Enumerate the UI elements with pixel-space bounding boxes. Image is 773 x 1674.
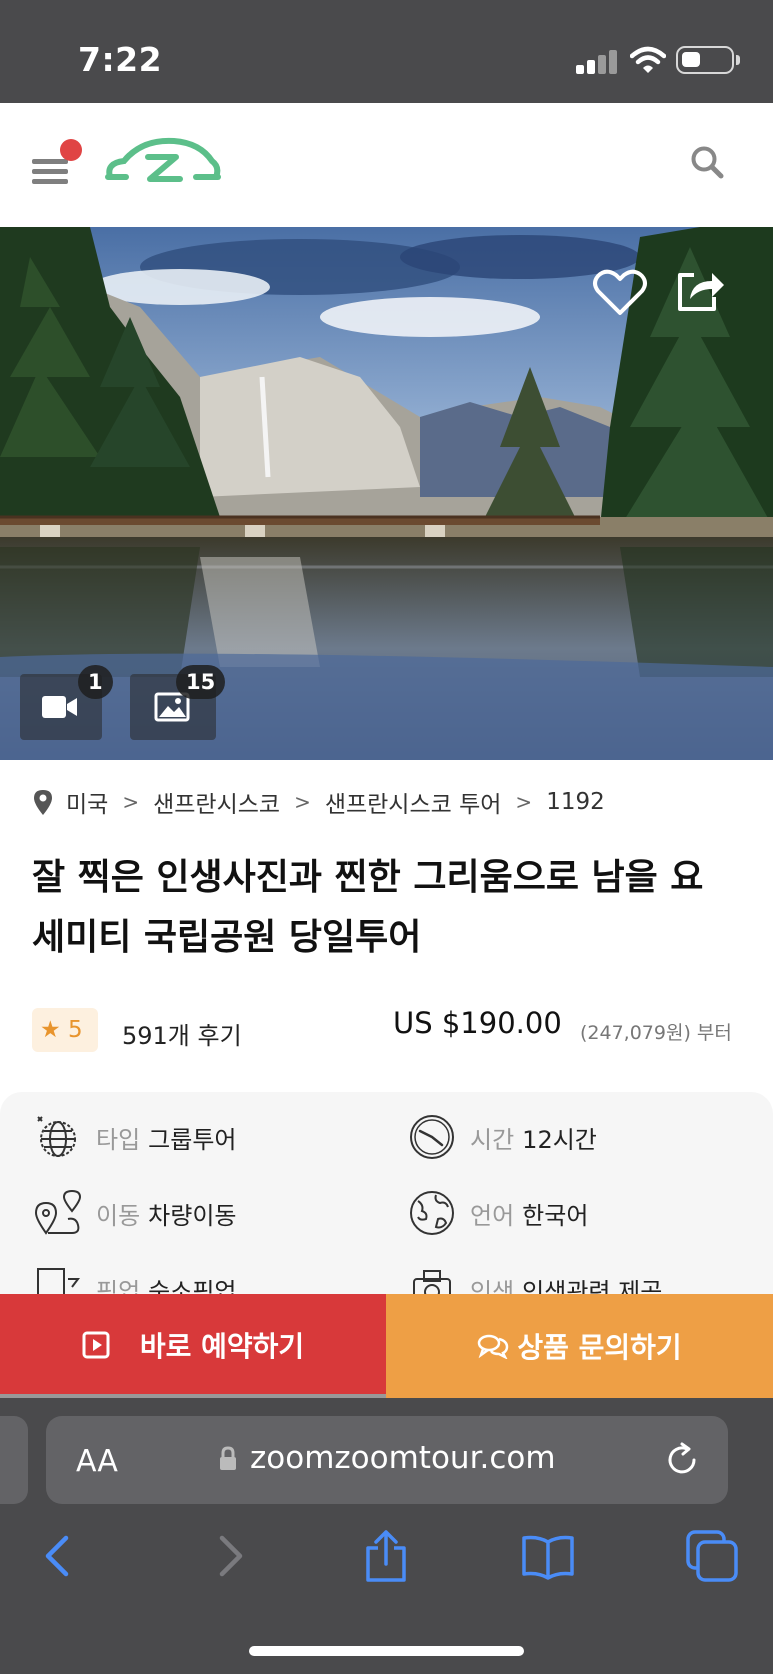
home-indicator xyxy=(249,1646,524,1656)
wifi-icon xyxy=(630,46,666,73)
clock-icon xyxy=(410,1115,454,1159)
photo-count-badge: 15 xyxy=(176,665,226,699)
video-count-badge: 1 xyxy=(78,665,113,699)
share-sheet-icon[interactable] xyxy=(358,1528,414,1584)
share-icon[interactable] xyxy=(674,267,726,315)
heart-icon[interactable] xyxy=(592,267,648,317)
reader-options-button[interactable]: AA xyxy=(76,1444,118,1479)
video-camera-icon xyxy=(42,696,77,718)
forward-icon[interactable] xyxy=(200,1528,256,1584)
route-icon xyxy=(34,1189,82,1235)
location-pin-icon xyxy=(34,790,52,815)
inquiry-button[interactable]: 상품 문의하기 xyxy=(386,1294,773,1398)
back-icon[interactable] xyxy=(32,1528,88,1584)
breadcrumb-city[interactable]: 샌프란시스코 xyxy=(153,785,280,819)
earth-icon xyxy=(410,1191,454,1235)
review-count-link[interactable]: 591개 후기 xyxy=(122,1016,242,1051)
yosemite-photo xyxy=(0,227,773,760)
globe-icon xyxy=(37,1116,76,1157)
breadcrumb-category[interactable]: 샌프란시스코 투어 xyxy=(325,785,502,819)
pickup-icon xyxy=(37,1268,80,1294)
info-type: 타입 그룹투어 xyxy=(34,1112,237,1162)
site-header xyxy=(0,103,773,227)
search-icon[interactable] xyxy=(688,143,728,183)
bookmarks-icon[interactable] xyxy=(520,1528,576,1584)
zoomzoomtour-logo[interactable] xyxy=(104,133,222,193)
reload-icon[interactable] xyxy=(664,1442,700,1478)
status-bar: 7:22 xyxy=(0,0,773,103)
info-duration: 시간 12시간 xyxy=(408,1112,597,1162)
tabs-icon[interactable] xyxy=(684,1528,740,1584)
lock-icon xyxy=(220,1446,236,1470)
cellular-signal-icon xyxy=(576,50,618,74)
action-bar: 바로 예약하기 상품 문의하기 xyxy=(0,1294,773,1400)
hero-image[interactable]: 1 15 xyxy=(0,227,773,760)
url-text: zoomzoomtour.com xyxy=(250,1440,556,1476)
address-bar[interactable]: AA zoomzoomtour.com xyxy=(46,1416,728,1504)
rating-value: 5 xyxy=(67,1017,83,1043)
previous-tab[interactable] xyxy=(0,1416,28,1504)
chat-bubbles-icon xyxy=(478,1334,509,1359)
notification-dot xyxy=(60,139,82,161)
info-photo: 인생 인생관련 제공 xyxy=(408,1264,662,1294)
info-transport: 이동 차량이동 xyxy=(34,1188,237,1238)
product-title: 잘 찍은 인생사진과 찐한 그리움으로 남을 요 세미티 국립공원 당일투어 xyxy=(32,857,704,958)
rating-badge: ★ 5 xyxy=(32,1008,98,1052)
battery-icon xyxy=(676,46,734,74)
breadcrumb: 미국 > 샌프란시스코 > 샌프란시스코 투어 > 1192 xyxy=(32,782,605,822)
book-now-button[interactable]: 바로 예약하기 xyxy=(0,1294,386,1400)
browser-chrome: AA zoomzoomtour.com xyxy=(0,1398,773,1674)
breadcrumb-product-id: 1192 xyxy=(546,789,605,815)
camera-icon xyxy=(413,1270,451,1294)
breadcrumb-country[interactable]: 미국 xyxy=(66,785,108,819)
info-language: 언어 한국어 xyxy=(408,1188,588,1238)
product-content: 미국 > 샌프란시스코 > 샌프란시스코 투어 > 1192 잘 찍은 인생사진… xyxy=(0,760,773,1294)
play-square-icon xyxy=(82,1331,110,1359)
price-usd: US $190.00 xyxy=(393,1006,562,1040)
chevron-right-icon: > xyxy=(294,790,311,814)
info-pickup: 픽업 숙소픽업 xyxy=(34,1264,237,1294)
star-icon: ★ xyxy=(40,1017,61,1043)
price-krw: (247,079원) 부터 xyxy=(580,1022,732,1044)
status-time: 7:22 xyxy=(78,40,163,79)
tour-info-panel: 타입 그룹투어 시간 12시간 이동 차량이동 언어 한국어 픽업 숙소픽업 인… xyxy=(0,1092,773,1294)
chevron-right-icon: > xyxy=(122,790,140,814)
chevron-right-icon: > xyxy=(515,790,533,814)
